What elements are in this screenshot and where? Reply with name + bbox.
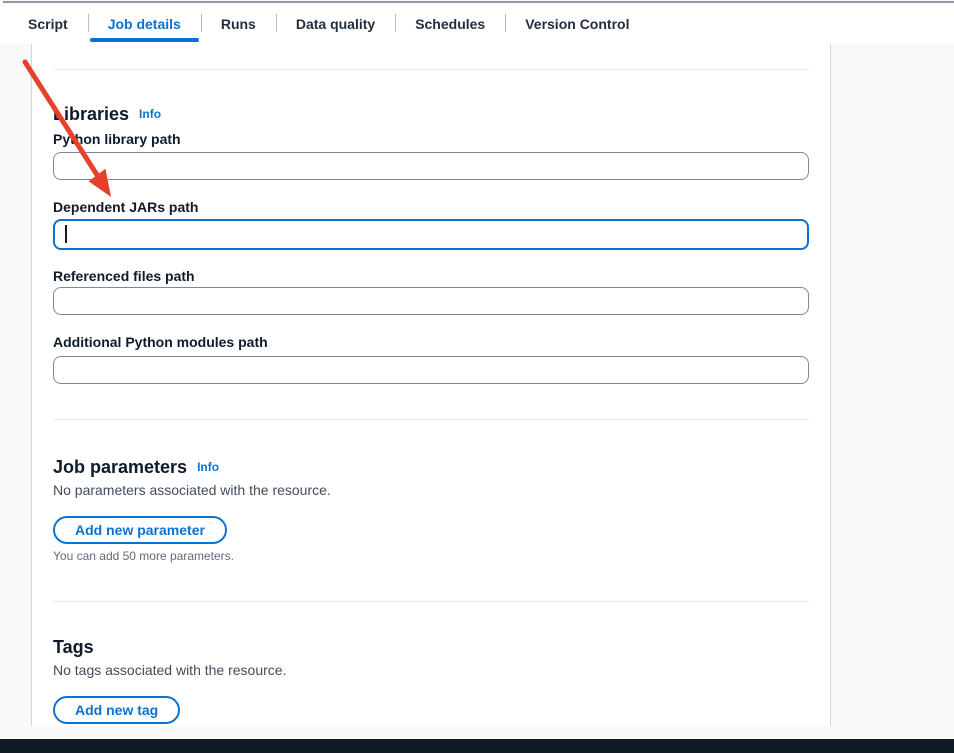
job-details-panel: Libraries Info Python library path Depend… — [31, 44, 831, 726]
tags-heading: Tags — [53, 636, 94, 658]
text-cursor — [65, 225, 67, 243]
tab-data-quality[interactable]: Data quality — [276, 3, 395, 44]
dependent-jars-path-label: Dependent JARs path — [53, 198, 198, 216]
job-parameters-title-text: Job parameters — [53, 457, 187, 477]
section-divider — [53, 419, 809, 420]
dependent-jars-path-input[interactable] — [53, 219, 809, 250]
job-tabbar: Script Job details Runs Data quality Sch… — [0, 3, 954, 44]
job-parameters-info-link[interactable]: Info — [197, 460, 219, 474]
job-parameters-helper-text: You can add 50 more parameters. — [53, 549, 234, 564]
console-bottom-bar — [0, 739, 954, 753]
add-new-parameter-button[interactable]: Add new parameter — [53, 516, 227, 544]
job-parameters-empty-text: No parameters associated with the resour… — [53, 481, 331, 499]
python-library-path-label: Python library path — [53, 130, 181, 148]
tab-schedules[interactable]: Schedules — [395, 3, 505, 44]
python-library-path-input[interactable] — [53, 152, 809, 180]
libraries-title-text: Libraries — [53, 104, 129, 124]
dependent-jars-path-input-wrap — [53, 219, 809, 250]
section-divider — [53, 69, 809, 70]
add-new-tag-button[interactable]: Add new tag — [53, 696, 180, 724]
additional-python-modules-path-input[interactable] — [53, 356, 809, 384]
footer-strip — [0, 726, 954, 739]
referenced-files-path-label: Referenced files path — [53, 267, 195, 285]
additional-python-modules-path-label: Additional Python modules path — [53, 333, 268, 351]
tags-title-text: Tags — [53, 637, 94, 657]
section-divider — [53, 601, 809, 602]
libraries-heading: Libraries Info — [53, 103, 161, 127]
tab-job-details[interactable]: Job details — [88, 3, 201, 44]
tab-script[interactable]: Script — [8, 3, 88, 44]
tags-empty-text: No tags associated with the resource. — [53, 661, 286, 679]
referenced-files-path-input[interactable] — [53, 287, 809, 315]
tab-runs[interactable]: Runs — [201, 3, 276, 44]
libraries-info-link[interactable]: Info — [139, 107, 161, 121]
tab-version-control[interactable]: Version Control — [505, 3, 649, 44]
job-parameters-heading: Job parameters Info — [53, 456, 219, 480]
